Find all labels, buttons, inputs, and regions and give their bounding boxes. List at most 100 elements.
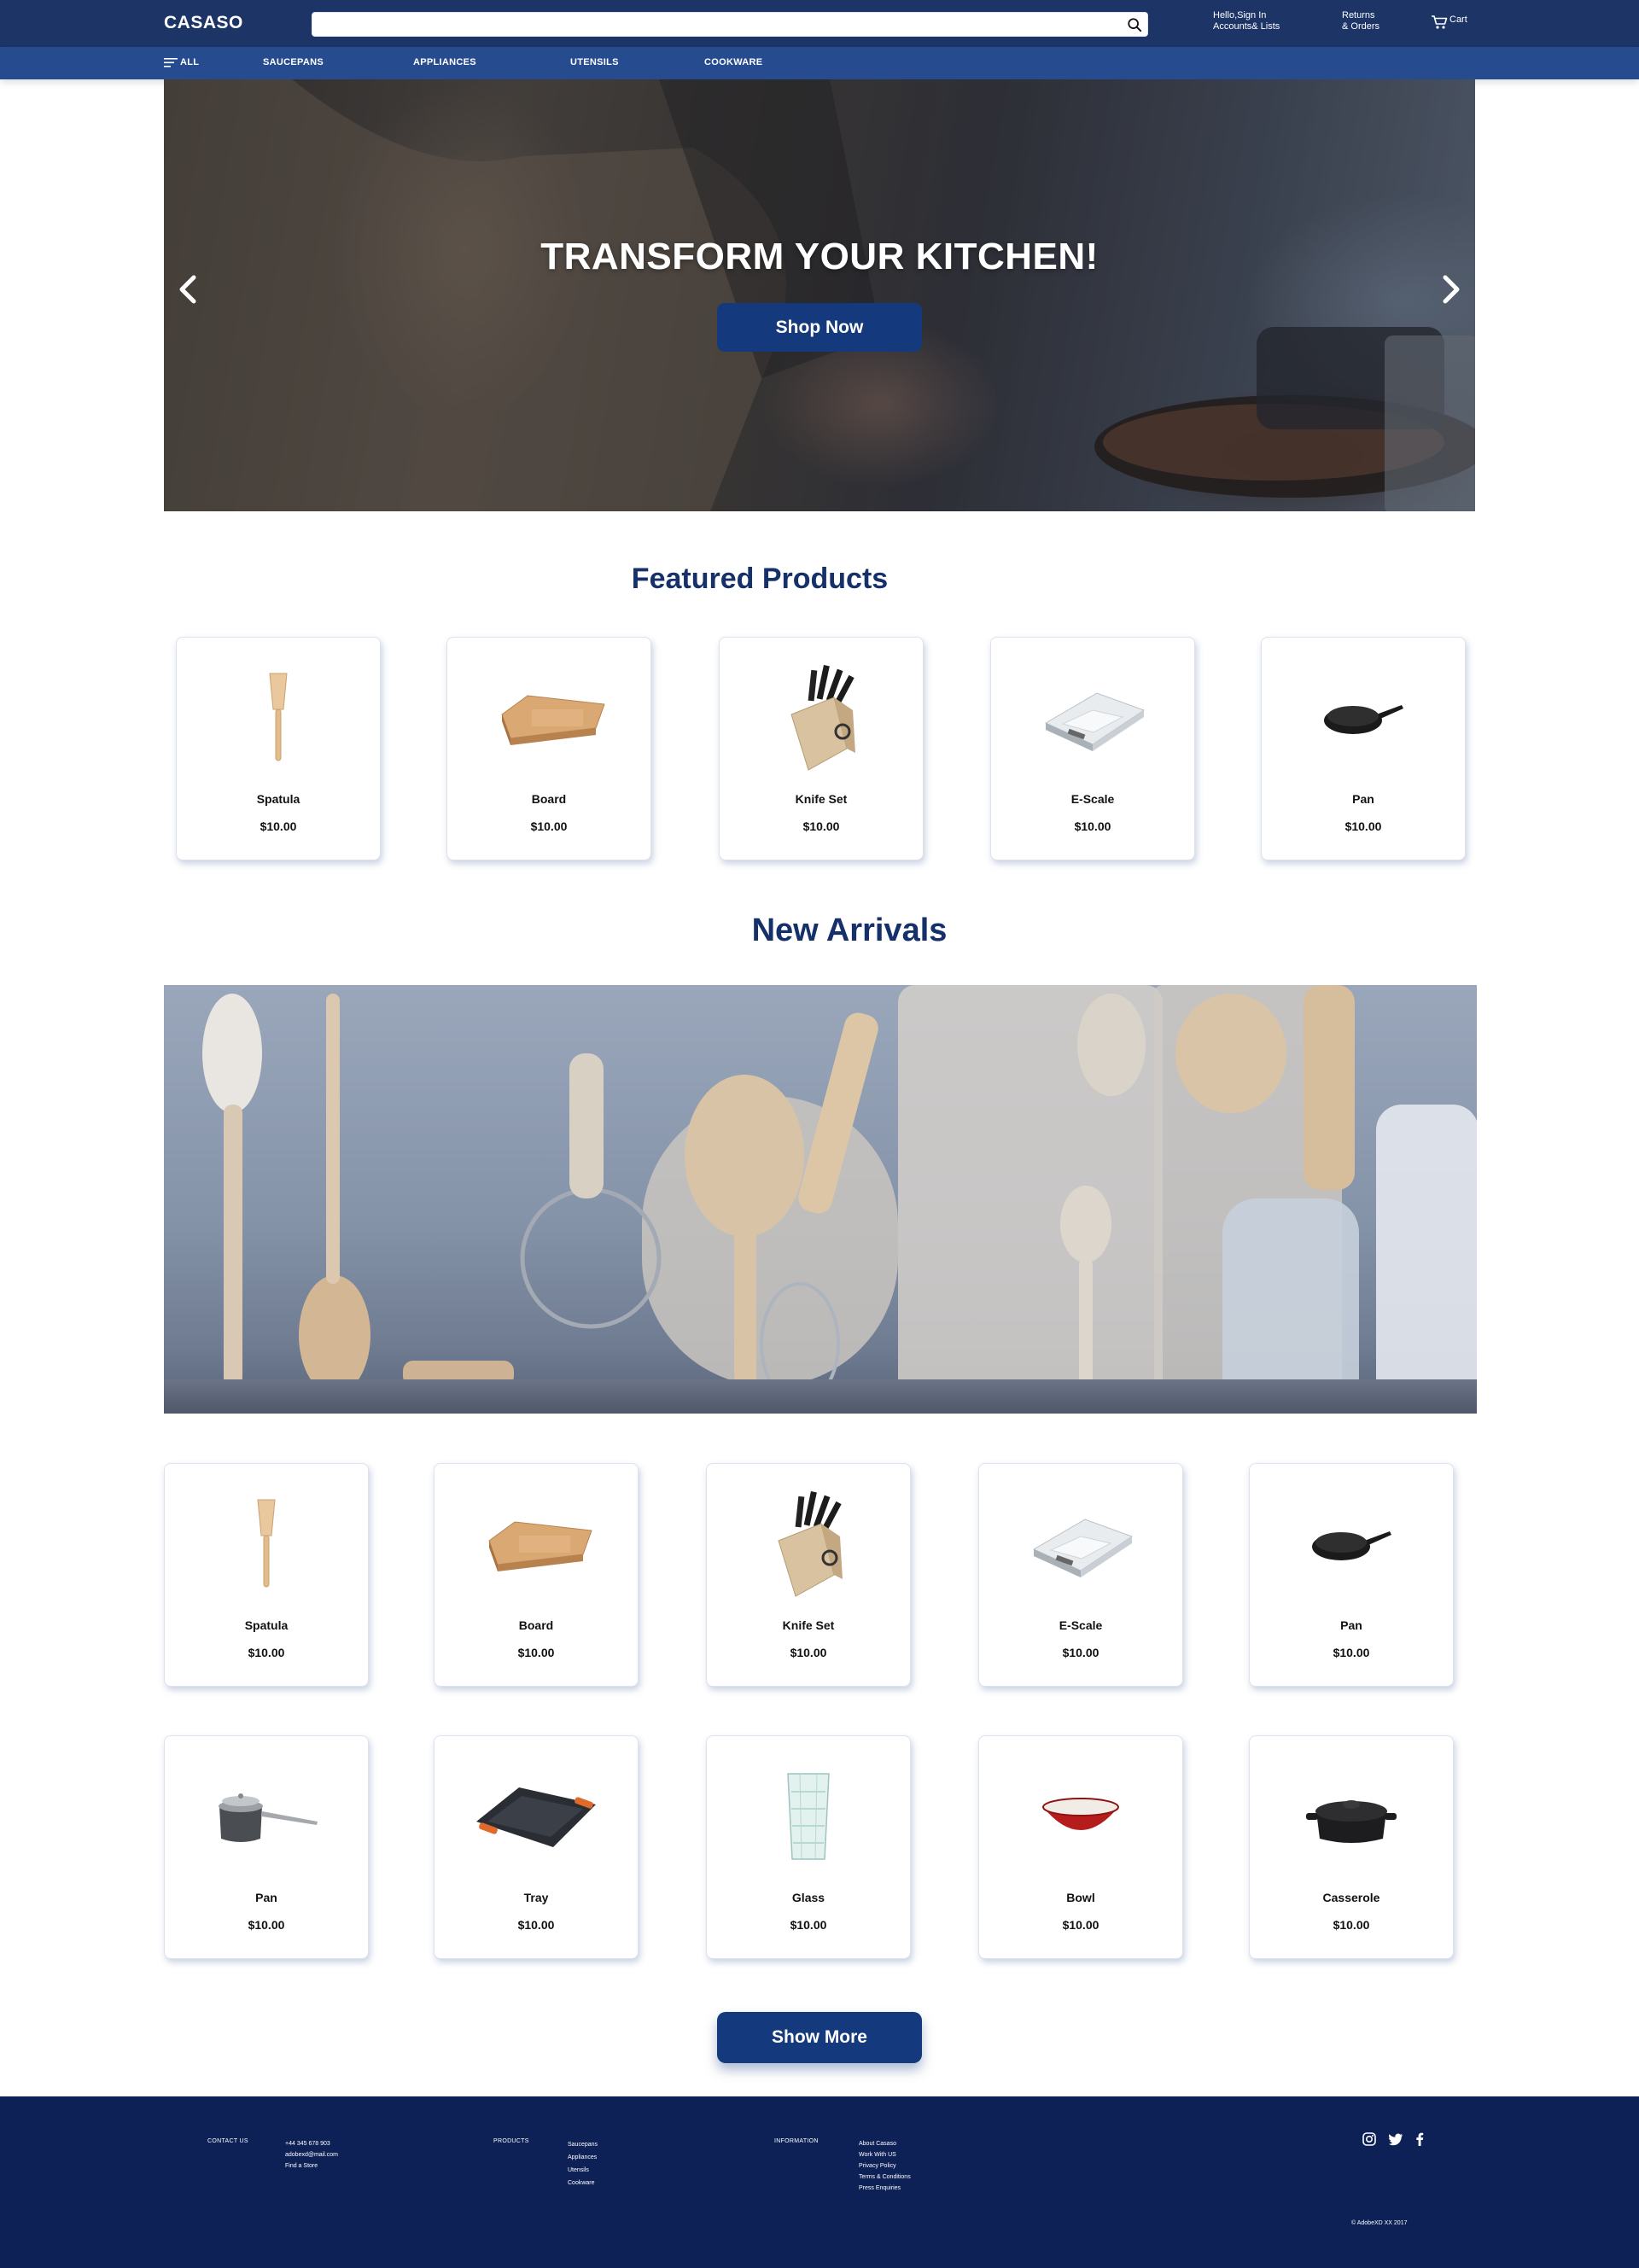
nav-item-utensils[interactable]: UTENSILS (570, 57, 619, 67)
footer-email[interactable]: adobexd@mail.com (285, 2149, 338, 2160)
product-price: $10.00 (260, 819, 297, 833)
product-name: Spatula (256, 792, 300, 806)
spatula-icon (269, 673, 288, 761)
top-header: CASASO Hello,Sign In Accounts& Lists Ret… (0, 0, 1639, 47)
new-arrivals-title: New Arrivals (751, 912, 948, 948)
knife-set-icon (778, 1490, 843, 1597)
product-card[interactable]: Pan $10.00 (1261, 637, 1466, 860)
nav-item-cookware[interactable]: COOKWARE (704, 57, 762, 67)
footer-link-privacy[interactable]: Privacy Policy (859, 2160, 911, 2172)
product-card[interactable]: Knife Set $10.00 (706, 1463, 911, 1687)
product-name: Tray (523, 1891, 549, 1904)
product-image (177, 663, 380, 774)
product-card[interactable]: Pan $10.00 (1249, 1463, 1454, 1687)
product-card[interactable]: Knife Set $10.00 (719, 637, 924, 860)
nav-all-menu[interactable]: ALL (164, 57, 199, 67)
glass-icon (787, 1773, 830, 1860)
knife-set-icon (790, 664, 855, 771)
product-name: Knife Set (782, 1618, 835, 1632)
orders-label: & Orders (1342, 21, 1380, 32)
chevron-right-icon[interactable] (1438, 274, 1464, 305)
product-card[interactable]: Glass $10.00 (706, 1735, 911, 1959)
product-image (979, 1490, 1182, 1600)
search-bar[interactable] (312, 12, 1148, 37)
product-price: $10.00 (1333, 1646, 1370, 1659)
shop-now-button[interactable]: Shop Now (717, 303, 922, 352)
footer-information-list: About Casaso Work With US Privacy Policy… (859, 2138, 911, 2194)
product-name: Board (531, 792, 567, 806)
nav-item-appliances[interactable]: APPLIANCES (413, 57, 476, 67)
product-card[interactable]: Tray $10.00 (434, 1735, 639, 1959)
logo[interactable]: CASASO (164, 13, 243, 33)
account-greeting: Hello,Sign In (1213, 10, 1267, 20)
product-price: $10.00 (517, 1646, 555, 1659)
instagram-icon[interactable] (1362, 2132, 1376, 2146)
facebook-icon[interactable] (1415, 2132, 1424, 2146)
product-price: $10.00 (530, 819, 568, 833)
product-card[interactable]: Casserole $10.00 (1249, 1735, 1454, 1959)
product-card[interactable]: Spatula $10.00 (176, 637, 381, 860)
nav-item-saucepans[interactable]: SAUCEPANS (263, 57, 324, 67)
footer-phone[interactable]: +44 345 678 903 (285, 2138, 338, 2149)
product-card[interactable]: Board $10.00 (434, 1463, 639, 1687)
twitter-icon[interactable] (1388, 2133, 1403, 2146)
footer-link-appliances[interactable]: Appliances (568, 2151, 598, 2164)
footer-contact-list: +44 345 678 903 adobexd@mail.com Find a … (285, 2138, 338, 2172)
product-name: Casserole (1322, 1891, 1380, 1904)
product-card[interactable]: E-Scale $10.00 (978, 1463, 1183, 1687)
footer-link-press[interactable]: Press Enquiries (859, 2183, 911, 2194)
product-name: Knife Set (795, 792, 848, 806)
footer-find-store[interactable]: Find a Store (285, 2160, 338, 2172)
product-price: $10.00 (1062, 1646, 1099, 1659)
product-name: E-Scale (1059, 1618, 1103, 1632)
search-input[interactable] (312, 13, 1106, 36)
casserole-icon (1306, 1800, 1397, 1843)
product-card[interactable]: Bowl $10.00 (978, 1735, 1183, 1959)
product-price: $10.00 (517, 1918, 555, 1932)
footer: CONTACT US +44 345 678 903 adobexd@mail.… (0, 2096, 1639, 2268)
skillet-icon (1312, 1531, 1391, 1560)
product-image (435, 1490, 638, 1600)
returns-orders-link[interactable]: Returns & Orders (1342, 10, 1402, 32)
product-price: $10.00 (248, 1918, 285, 1932)
footer-link-utensils[interactable]: Utensils (568, 2164, 598, 2177)
footer-products-list: Saucepans Appliances Utensils Cookware (568, 2138, 598, 2189)
product-name: Pan (1352, 792, 1374, 806)
account-link[interactable]: Hello,Sign In Accounts& Lists (1213, 10, 1307, 32)
product-image (707, 1490, 910, 1600)
footer-link-cookware[interactable]: Cookware (568, 2177, 598, 2189)
board-icon (488, 1521, 592, 1571)
product-price: $10.00 (1333, 1918, 1370, 1932)
product-image (991, 663, 1194, 774)
footer-contact-heading: CONTACT US (207, 2138, 248, 2144)
product-name: E-Scale (1070, 792, 1115, 806)
footer-link-saucepans[interactable]: Saucepans (568, 2138, 598, 2151)
cart-button[interactable]: Cart (1431, 15, 1467, 30)
product-name: Spatula (244, 1618, 289, 1632)
product-card[interactable]: E-Scale $10.00 (990, 637, 1195, 860)
utensils-photo (202, 985, 1477, 1412)
saucepan-icon (219, 1793, 318, 1842)
product-card[interactable]: Board $10.00 (446, 637, 651, 860)
copyright-text: © AdobeXD XX 2017 (1351, 2220, 1408, 2226)
product-card[interactable]: Pan $10.00 (164, 1735, 369, 1959)
account-lists: Accounts& Lists (1213, 21, 1280, 32)
featured-products-title: Featured Products (631, 563, 889, 595)
product-name: Bowl (1066, 1891, 1095, 1904)
footer-information-heading: INFORMATION (774, 2138, 819, 2144)
show-more-button[interactable]: Show More (717, 2012, 922, 2063)
footer-link-work-with-us[interactable]: Work With US (859, 2149, 911, 2160)
search-icon[interactable] (1127, 17, 1142, 32)
product-price: $10.00 (1074, 819, 1111, 833)
chevron-left-icon[interactable] (175, 274, 201, 305)
footer-link-about[interactable]: About Casaso (859, 2138, 911, 2149)
product-name: Pan (255, 1891, 277, 1904)
nav-all-label: ALL (180, 57, 200, 67)
banner-shelf (164, 1379, 1477, 1414)
product-image (1262, 663, 1465, 774)
footer-link-terms[interactable]: Terms & Conditions (859, 2172, 911, 2183)
product-image (1250, 1762, 1453, 1873)
tray-icon (476, 1787, 596, 1847)
bowl-icon (1042, 1798, 1119, 1830)
product-card[interactable]: Spatula $10.00 (164, 1463, 369, 1687)
